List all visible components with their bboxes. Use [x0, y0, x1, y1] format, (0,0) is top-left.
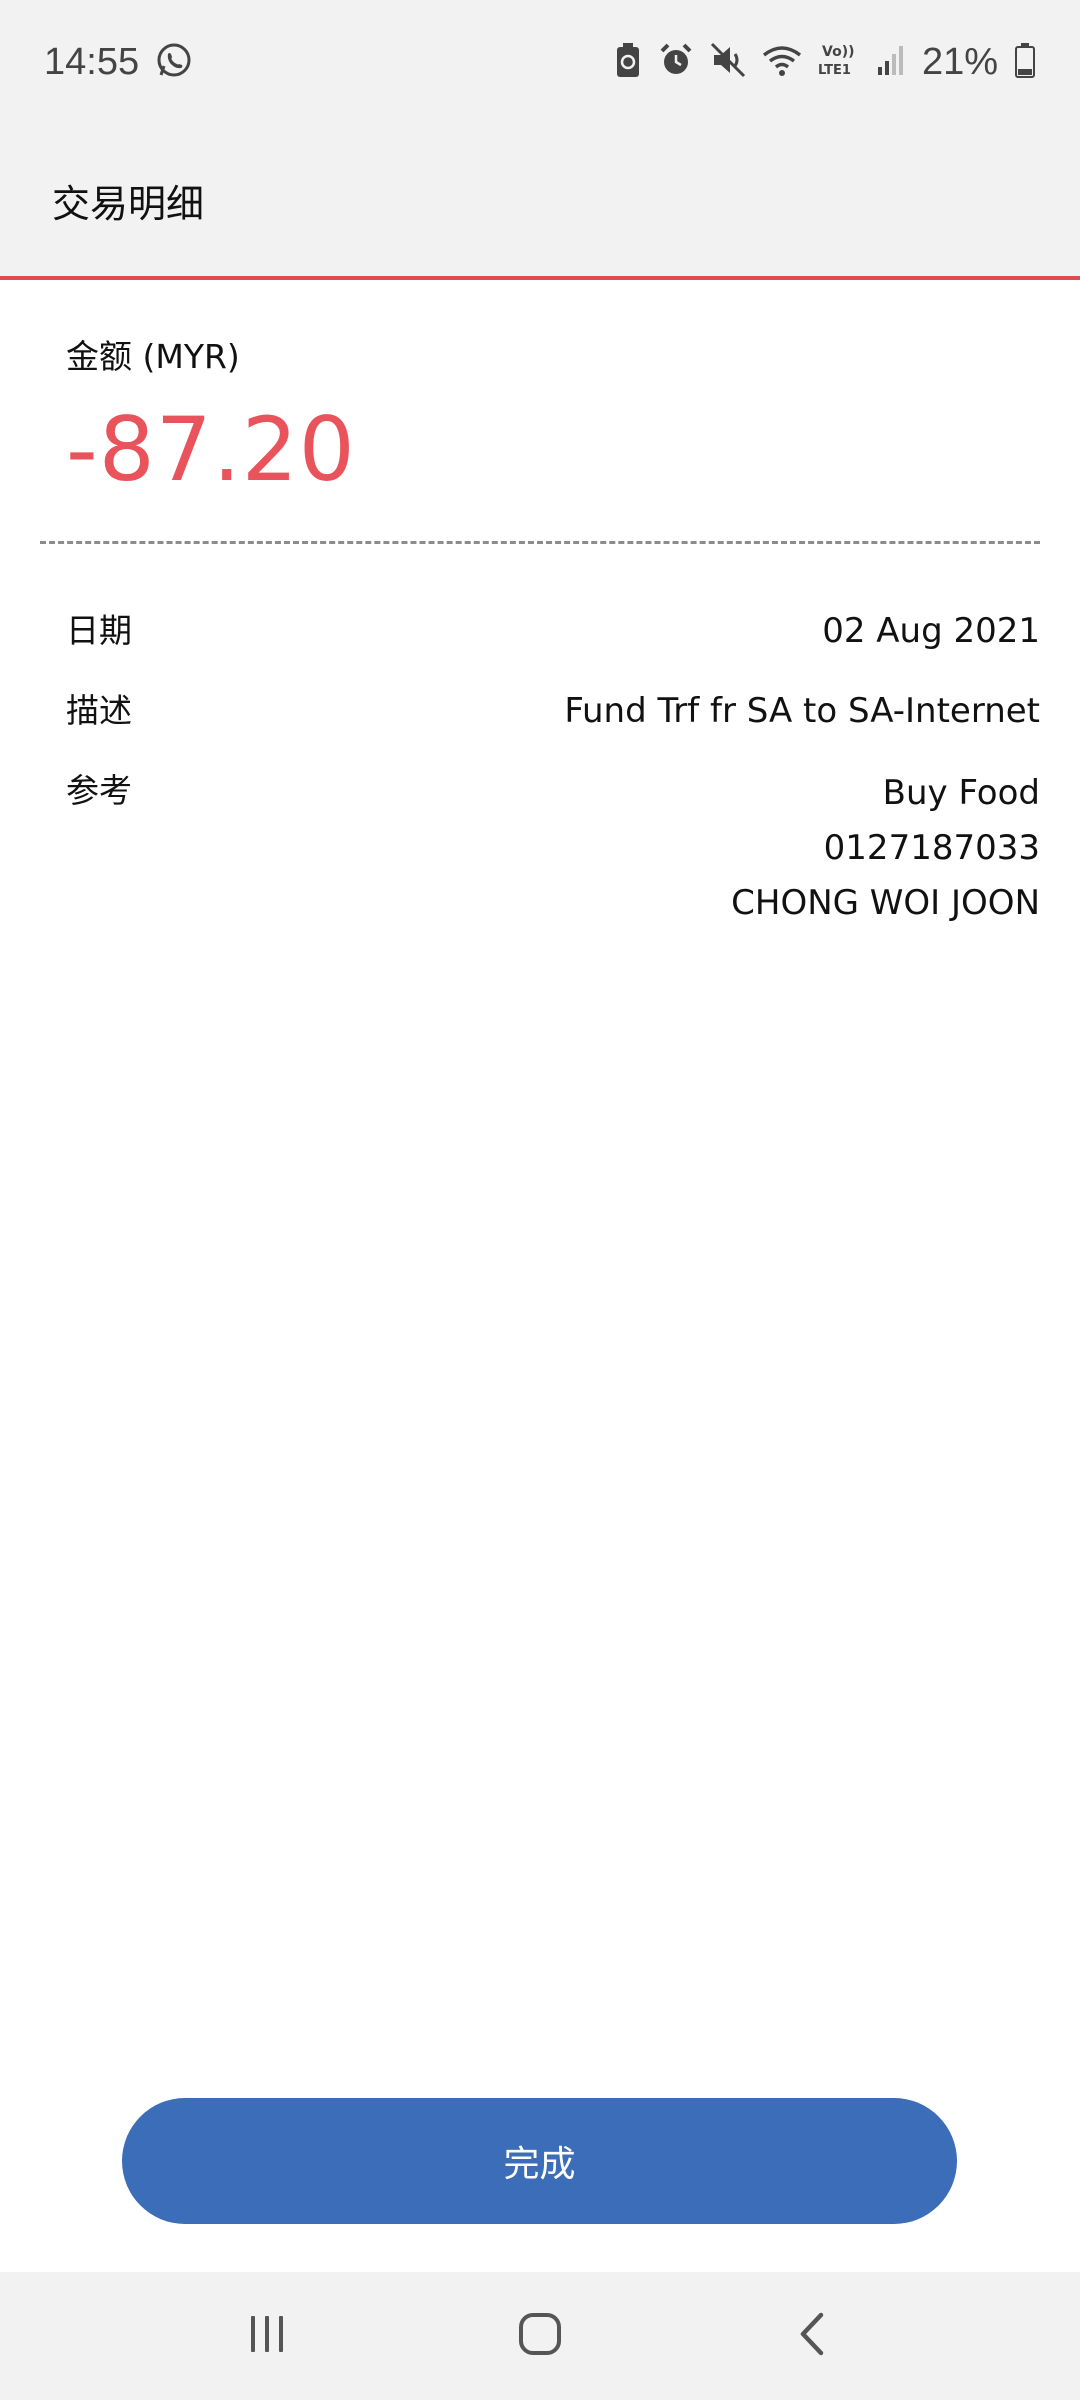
back-button[interactable]	[753, 2291, 873, 2381]
date-row: 日期 02 Aug 2021	[66, 606, 1040, 656]
description-value: Fund Trf fr SA to SA-Internet	[564, 691, 1040, 731]
home-icon	[517, 2311, 563, 2361]
amount-label: 金额 (MYR)	[66, 337, 240, 376]
svg-text:Vo)): Vo))	[822, 44, 854, 60]
page-title: 交易明细	[52, 181, 205, 226]
reference-row: 参考 Buy Food 0127187033 CHONG WOI JOON	[66, 766, 1040, 931]
signal-icon	[876, 43, 906, 81]
recent-apps-icon	[245, 2312, 289, 2360]
navigation-bar	[0, 2272, 1080, 2400]
amount-value: -87.20	[66, 398, 356, 501]
home-button[interactable]	[480, 2291, 600, 2381]
dashed-divider	[40, 541, 1040, 544]
date-label: 日期	[66, 611, 132, 650]
whatsapp-icon	[155, 41, 193, 83]
transaction-detail-screen: 14:55 Vo)) LTE1 21% 交易明细 金额 (MYR) -87.20…	[0, 0, 1080, 2400]
svg-text:LTE1: LTE1	[818, 63, 851, 78]
alarm-icon	[658, 42, 694, 82]
status-right: Vo)) LTE1 21%	[614, 41, 1036, 84]
status-left: 14:55	[44, 41, 193, 84]
wifi-icon	[762, 43, 802, 81]
done-button-label: 完成	[503, 2144, 576, 2185]
done-button[interactable]: 完成	[122, 2098, 957, 2224]
mute-icon	[710, 42, 746, 82]
description-label: 描述	[66, 691, 132, 730]
status-time: 14:55	[44, 40, 140, 83]
transaction-details: 日期 02 Aug 2021 描述 Fund Trf fr SA to SA-I…	[66, 606, 1040, 931]
reference-line-3: CHONG WOI JOON	[731, 883, 1040, 923]
battery-saver-icon	[614, 41, 642, 83]
description-row: 描述 Fund Trf fr SA to SA-Internet	[66, 686, 1040, 736]
reference-line-1: Buy Food	[882, 773, 1040, 813]
reference-value: Buy Food 0127187033 CHONG WOI JOON	[731, 766, 1040, 931]
reference-label: 参考	[66, 771, 132, 810]
reference-line-2: 0127187033	[823, 828, 1040, 868]
date-value: 02 Aug 2021	[822, 611, 1040, 651]
amount-section: 金额 (MYR) -87.20	[66, 330, 1040, 501]
volte-lte-icon: Vo)) LTE1	[818, 41, 860, 83]
back-icon	[793, 2311, 833, 2361]
recent-apps-button[interactable]	[207, 2291, 327, 2381]
battery-percent: 21%	[921, 40, 998, 83]
battery-icon	[1014, 42, 1036, 82]
app-header: 交易明细	[0, 124, 1080, 280]
status-bar: 14:55 Vo)) LTE1 21%	[0, 0, 1080, 124]
